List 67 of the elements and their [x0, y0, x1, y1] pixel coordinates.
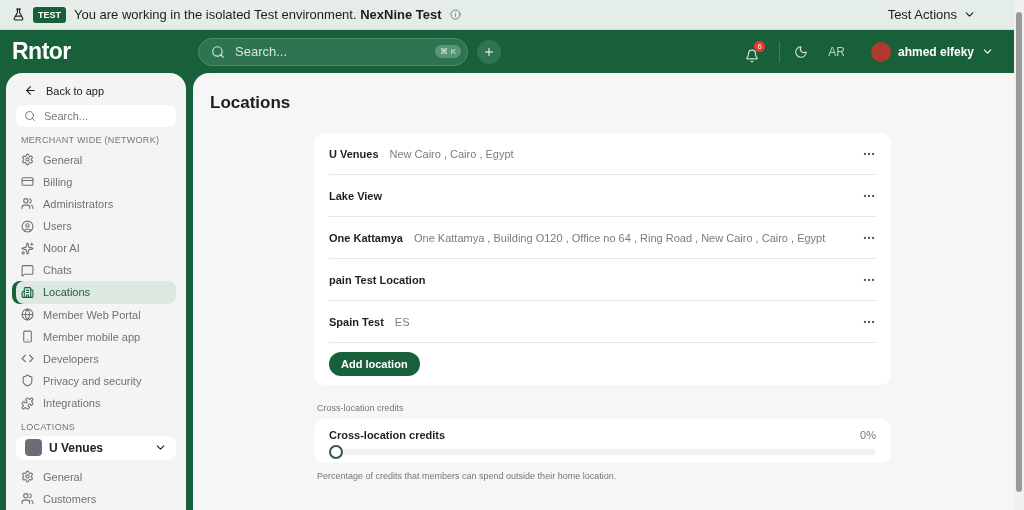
chat-icon: [21, 263, 34, 277]
flask-icon: [12, 8, 25, 21]
slider-thumb[interactable]: [329, 445, 343, 459]
users-icon: [21, 492, 34, 506]
add-location-button[interactable]: Add location: [329, 352, 420, 376]
sparkles-icon: [21, 241, 34, 255]
gear-icon: [21, 153, 34, 167]
page-title: Locations: [210, 93, 292, 113]
slider-reading: 0%: [860, 429, 876, 441]
bell-icon: [745, 48, 760, 63]
test-actions-menu[interactable]: Test Actions: [881, 6, 982, 23]
slider-label: Cross-location credits: [329, 429, 446, 441]
gear-icon: [21, 470, 34, 484]
user-menu[interactable]: ahmed elfeky: [864, 40, 1000, 63]
add-button[interactable]: [477, 39, 501, 64]
location-name: Lake View: [329, 189, 382, 202]
moon-icon[interactable]: [794, 44, 809, 59]
location-address: One Kattamya , Building O120 , Office no 64 , Ring Road , New Cairo , Cairo , Egypt: [414, 231, 826, 244]
location-address: ES: [394, 315, 410, 328]
search-icon: [211, 44, 225, 59]
sidebar-item[interactable]: Users: [16, 215, 176, 238]
search-icon: [24, 109, 36, 122]
globe-icon: [21, 308, 34, 322]
sidebar-item[interactable]: Administrators: [16, 192, 176, 215]
sidebar-item[interactable]: Customers: [16, 487, 176, 510]
location-name: One Kattamya: [329, 231, 403, 244]
sidebar-item[interactable]: Member Web Portal: [16, 303, 176, 326]
section-label: Cross-location credits: [317, 403, 405, 413]
search-field[interactable]: Search... ⌘ K: [198, 37, 468, 66]
info-icon[interactable]: [449, 9, 461, 20]
sidebar-item[interactable]: Integrations: [16, 392, 176, 415]
card-icon: [21, 175, 34, 189]
shield-icon: [21, 374, 34, 388]
sidebar-item[interactable]: General: [16, 465, 176, 488]
test-badge: TEST: [33, 6, 66, 23]
location-name: U Venues: [329, 147, 379, 160]
location-thumbnail: [25, 439, 42, 457]
sidebar-item[interactable]: Noor AI: [16, 237, 176, 260]
sidebar-item[interactable]: Billing: [16, 170, 176, 193]
sidebar-search-field[interactable]: Search...: [16, 105, 176, 127]
location-selector[interactable]: U Venues: [16, 436, 176, 460]
location-name: Spain Test: [329, 315, 384, 328]
search-placeholder: Search...: [44, 109, 89, 122]
section-title: LOCATIONS: [21, 422, 77, 433]
sidebar-item[interactable]: Developers: [16, 347, 176, 370]
sidebar-item[interactable]: Chats: [16, 259, 176, 282]
banner-message: You are working in the isolated Test environment. NexNine Test: [74, 7, 442, 22]
phone-icon: [21, 330, 34, 344]
avatar: [870, 41, 891, 62]
logo[interactable]: Rntor: [12, 38, 198, 65]
sidebar-item[interactable]: Privacy and security: [16, 369, 176, 392]
help-text: Percentage of credits that members can spend outside their home location.: [317, 471, 618, 481]
location-address: New Cairo , Cairo , Egypt: [389, 147, 514, 160]
sidebar-item[interactable]: General: [16, 148, 176, 171]
language-button[interactable]: AR: [822, 43, 851, 60]
arrow-left-icon: [24, 84, 37, 97]
back-link[interactable]: Back to app: [16, 81, 176, 100]
scrollbar-thumb[interactable]: [1016, 12, 1022, 492]
puzzle-icon: [21, 396, 34, 410]
user-circle-icon: [21, 219, 34, 233]
users-icon: [21, 197, 34, 211]
section-title: MERCHANT WIDE (NETWORK): [21, 134, 161, 145]
shortcut-hint: ⌘ K: [435, 45, 461, 58]
building-icon: [21, 285, 34, 299]
location-name: pain Test Location: [329, 273, 426, 286]
search-placeholder: Search...: [235, 44, 288, 59]
sidebar-item[interactable]: Member mobile app: [16, 325, 176, 348]
